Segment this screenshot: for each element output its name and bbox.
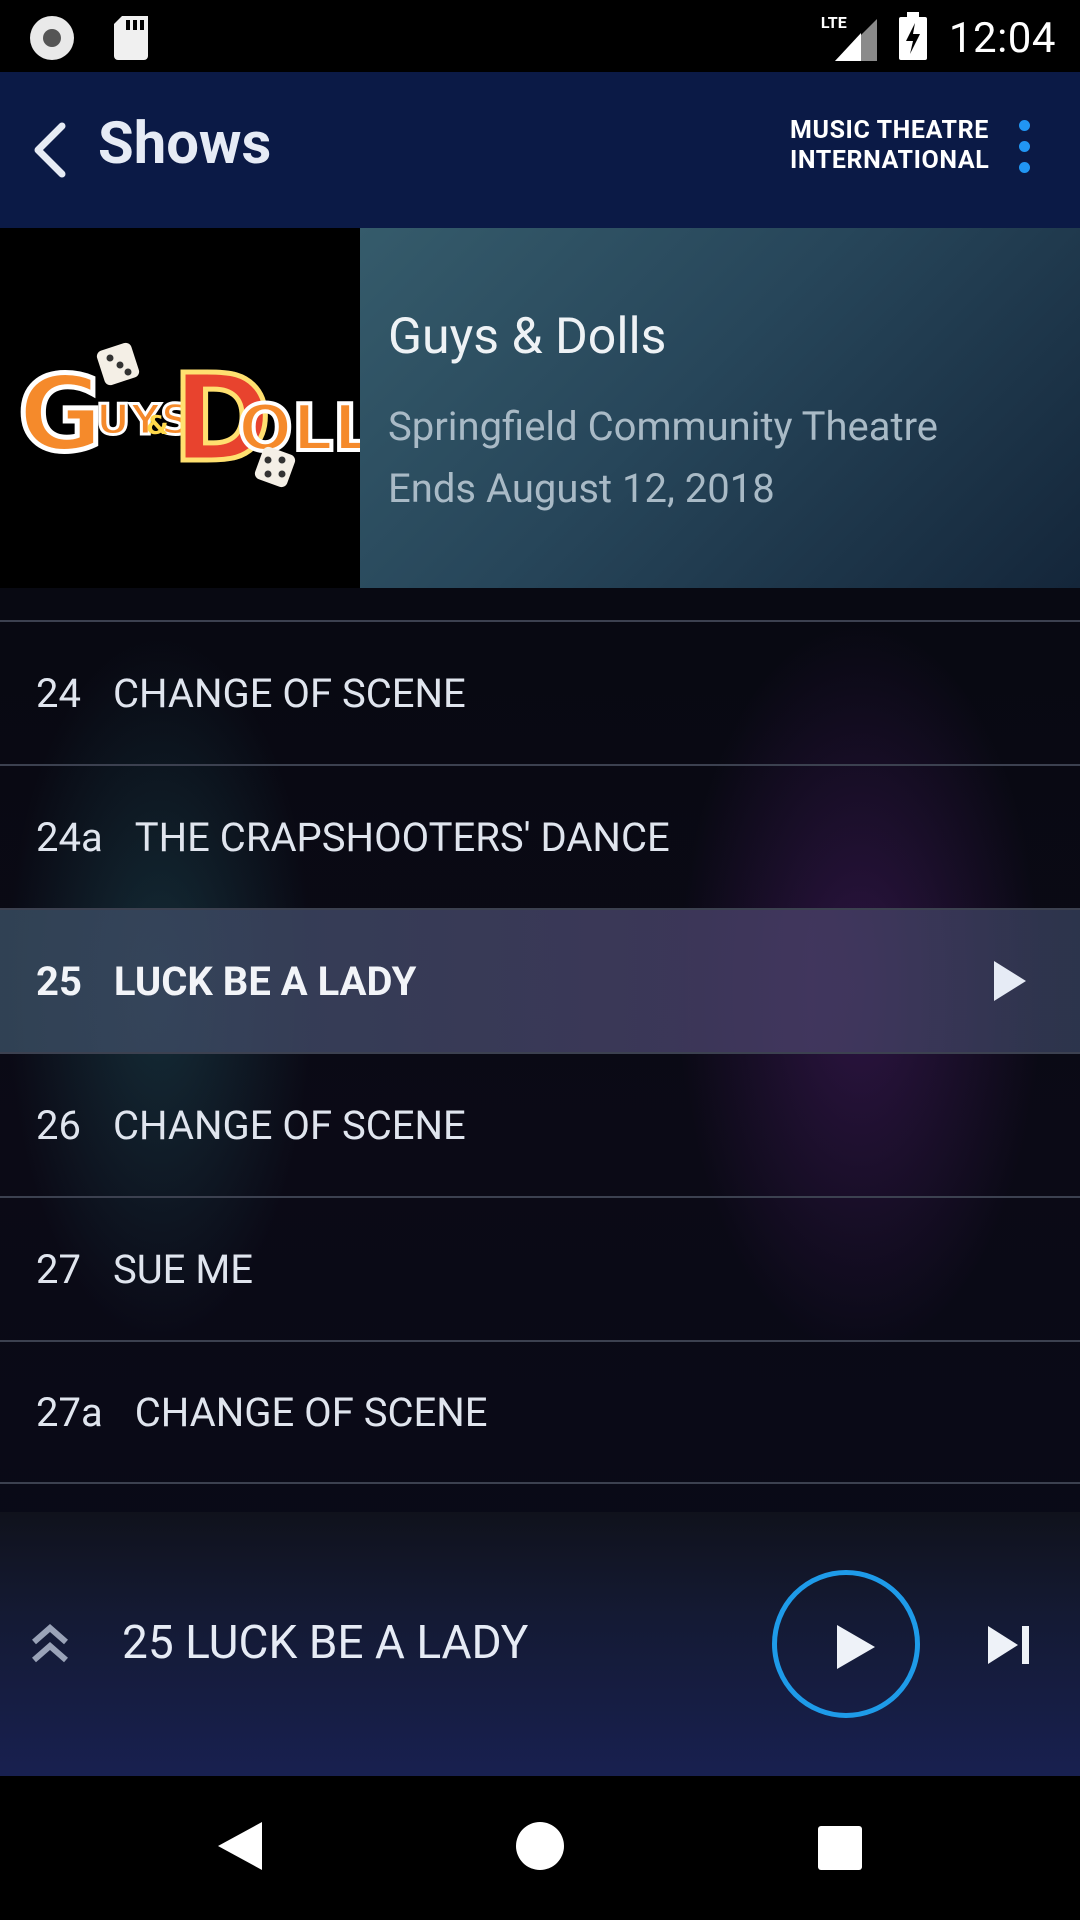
- nav-back-icon[interactable]: [216, 1820, 264, 1876]
- nav-recents-icon[interactable]: [818, 1826, 862, 1870]
- song-number: 27a: [36, 1388, 103, 1436]
- song-row[interactable]: 24 CHANGE OF SCENE: [0, 620, 1080, 764]
- song-title: CHANGE OF SCENE: [112, 669, 466, 717]
- song-number: 25: [36, 957, 82, 1005]
- song-row[interactable]: 27 SUE ME: [0, 1196, 1080, 1340]
- expand-up-icon[interactable]: [30, 1622, 70, 1666]
- brand-line-1: MUSIC THEATRE: [790, 116, 989, 145]
- play-button[interactable]: [772, 1570, 920, 1718]
- show-title: Guys & Dolls: [388, 308, 667, 366]
- song-title: SUE ME: [112, 1245, 253, 1293]
- song-number: 27: [36, 1245, 81, 1293]
- song-title: LUCK BE A LADY: [113, 957, 417, 1005]
- play-icon[interactable]: [992, 959, 1028, 1003]
- page-title: Shows: [98, 110, 272, 178]
- song-number: 24: [36, 669, 81, 717]
- svg-text:G: G: [18, 353, 103, 475]
- mini-player: 25 LUCK BE A LADY: [0, 1512, 1080, 1776]
- app-bar: Shows MUSIC THEATRE INTERNATIONAL: [0, 72, 1080, 228]
- svg-text:OLLS: OLLS: [238, 392, 360, 466]
- song-title: THE CRAPSHOOTERS' DANCE: [134, 813, 670, 861]
- song-number: 26: [36, 1101, 81, 1149]
- more-options-icon[interactable]: [1014, 120, 1034, 180]
- song-number: 24a: [36, 813, 103, 861]
- screen-record-icon: [30, 16, 74, 60]
- now-playing-title: 25 LUCK BE A LADY: [122, 1616, 529, 1670]
- nav-home-icon[interactable]: [516, 1822, 564, 1870]
- song-list: 24 CHANGE OF SCENE 24a THE CRAPSHOOTERS'…: [0, 620, 1080, 1484]
- play-icon: [837, 1625, 875, 1669]
- show-end-date: Ends August 12, 2018: [388, 465, 775, 512]
- show-venue: Springfield Community Theatre: [388, 403, 938, 450]
- show-logo-image: G UYS D OLLS &: [0, 228, 422, 588]
- brand-logo: MUSIC THEATRE INTERNATIONAL: [790, 116, 989, 176]
- song-row[interactable]: 24a THE CRAPSHOOTERS' DANCE: [0, 764, 1080, 908]
- song-title: CHANGE OF SCENE: [134, 1388, 488, 1436]
- brand-line-2: INTERNATIONAL: [790, 146, 990, 175]
- clock: 12:04: [948, 13, 1056, 63]
- song-row-active[interactable]: 25 LUCK BE A LADY: [0, 908, 1080, 1052]
- svg-text:&: &: [146, 411, 169, 441]
- signal-icon: LTE: [821, 13, 877, 61]
- show-info: Guys & Dolls Springfield Community Theat…: [360, 228, 1080, 588]
- song-row[interactable]: 27a CHANGE OF SCENE: [0, 1340, 1080, 1484]
- song-row[interactable]: 26 CHANGE OF SCENE: [0, 1052, 1080, 1196]
- song-title: CHANGE OF SCENE: [112, 1101, 466, 1149]
- skip-next-icon[interactable]: [986, 1622, 1032, 1668]
- show-card[interactable]: G UYS D OLLS & Guys & Dolls Springfield …: [0, 228, 1080, 588]
- back-arrow-icon[interactable]: [30, 118, 74, 182]
- battery-charging-icon: [898, 12, 927, 64]
- system-nav-bar: [0, 1776, 1080, 1920]
- status-bar: LTE 12:04: [0, 0, 1080, 72]
- sd-card-icon: [114, 16, 150, 60]
